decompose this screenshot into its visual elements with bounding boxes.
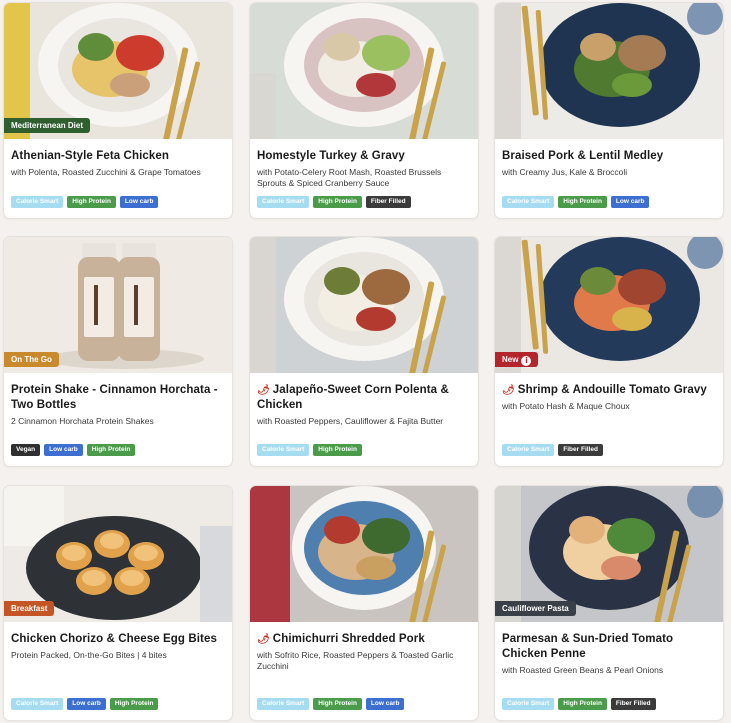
meal-title-text: Braised Pork & Lentil Medley [502,150,664,162]
meal-photo [250,3,478,139]
meal-badges: Calorie Smart High Protein Low carb [11,196,159,208]
meal-subtitle: with Roasted Peppers, Cauliflower & Faji… [257,416,444,426]
diet-badge: Low carb [44,444,83,456]
meal-tag-label: Mediterranean Diet [4,118,91,133]
meal-title[interactable]: Chicken Chorizo & Cheese Egg Bites [11,632,225,647]
meal-tag-label: New i [495,352,539,367]
diet-badge: High Protein [313,698,362,710]
meal-subtitle: with Roasted Green Beans & Pearl Onions [502,665,664,675]
meal-photo: Mediterranean Diet [4,3,232,139]
meal-card[interactable]: Breakfast Chicken Chorizo & Cheese Egg Bi… [4,486,232,720]
meal-badges: Calorie Smart Low carb High Protein [11,698,159,710]
meal-tag-label: Cauliflower Pasta [495,601,576,616]
diet-badge: High Protein [86,444,136,456]
meal-title-text: Shrimp & Andouille Tomato Gravy [517,384,707,396]
meal-title[interactable]: Athenian-Style Feta Chicken [11,149,225,164]
diet-badge: Fiber Filled [610,698,656,710]
chili-icon: 🌶 [257,634,270,645]
diet-badge: Fiber Filled [365,196,411,208]
chili-icon: 🌶 [257,385,270,396]
diet-badge: High Protein [558,196,607,208]
meal-title-text: Jalapeño-Sweet Corn Polenta & Chicken [257,384,449,411]
meal-tag-text: Breakfast [11,604,48,613]
diet-badge: Low carb [365,698,405,710]
meal-title-text: Protein Shake - Cinnamon Horchata - Two … [11,384,218,411]
meal-tag-text: Mediterranean Diet [11,121,84,130]
diet-badge: Calorie Smart [257,444,310,456]
meal-title-text: Chimichurri Shredded Pork [272,633,425,645]
meal-tag-text: On The Go [11,355,52,364]
meal-subtitle: Protein Packed, On-the-Go Bites | 4 bite… [11,650,167,660]
diet-badge: Vegan [11,444,41,456]
meal-card[interactable]: Mediterranean Diet Athenian-Style Feta Ch… [4,3,232,218]
diet-badge: High Protein [313,444,362,456]
meal-badges: Calorie Smart High Protein Low carb [502,196,650,208]
diet-badge: High Protein [109,698,159,710]
diet-badge: Fiber Filled [558,444,603,456]
diet-badge: Calorie Smart [257,698,310,710]
meal-badges: Calorie Smart High Protein [257,444,362,456]
diet-badge: Calorie Smart [11,698,64,710]
meal-grid: Mediterranean Diet Athenian-Style Feta Ch… [4,3,727,723]
meal-subtitle: with Potato-Celery Root Mash, Roasted Br… [257,167,442,188]
meal-badges: Calorie Smart High Protein Fiber Filled [502,698,656,710]
meal-badges: Calorie Smart Fiber Filled [502,444,603,456]
meal-card[interactable]: New i 🌶 Shrimp & Andouille Tomato Gravy with… [495,237,723,466]
diet-badge: Calorie Smart [502,698,555,710]
meal-photo: Cauliflower Pasta [495,486,723,622]
meal-badges: Vegan Low carb High Protein [11,444,136,456]
diet-badge: Low carb [67,698,106,710]
meal-title[interactable]: Braised Pork & Lentil Medley [502,149,716,164]
meal-tag-text: New [502,355,519,364]
meal-badges: Calorie Smart High Protein Fiber Filled [257,196,411,208]
meal-photo: New i [495,237,723,373]
meal-card[interactable]: Homestyle Turkey & Gravy with Potato-Cele… [250,3,478,218]
info-icon[interactable]: i [521,356,532,366]
meal-title[interactable]: 🌶 Shrimp & Andouille Tomato Gravy [502,383,716,398]
meal-photo [250,486,478,622]
meal-subtitle: with Potato Hash & Maque Choux [502,401,630,411]
meal-title[interactable]: Homestyle Turkey & Gravy [257,149,471,164]
meal-tag-label: On The Go [4,352,59,367]
meal-subtitle: 2 Cinnamon Horchata Protein Shakes [11,416,154,426]
diet-badge: High Protein [313,196,362,208]
meal-badges: Calorie Smart High Protein Low carb [257,698,405,710]
diet-badge: Calorie Smart [257,196,310,208]
meal-tag-text: Cauliflower Pasta [502,604,569,613]
diet-badge: Low carb [610,196,650,208]
meal-card[interactable]: Cauliflower Pasta Parmesan & Sun-Dried To… [495,486,723,720]
meal-photo [495,3,723,139]
meal-title-text: Homestyle Turkey & Gravy [257,150,405,162]
meal-card[interactable]: 🌶 Chimichurri Shredded Pork with Sofrito R… [250,486,478,720]
meal-photo [250,237,478,373]
meal-photo-image [250,3,478,139]
meal-title[interactable]: Parmesan & Sun-Dried Tomato Chicken Penn… [502,632,716,662]
meal-title[interactable]: 🌶 Chimichurri Shredded Pork [257,632,471,647]
meal-card[interactable]: Braised Pork & Lentil Medley with Creamy … [495,3,723,218]
meal-title-text: Chicken Chorizo & Cheese Egg Bites [11,633,217,645]
meal-card[interactable]: 🌶 Jalapeño-Sweet Corn Polenta & Chicken wi… [250,237,478,466]
meal-photo-image [250,237,478,373]
diet-badge: Calorie Smart [11,196,64,208]
chili-icon: 🌶 [502,385,515,396]
meal-title-text: Parmesan & Sun-Dried Tomato Chicken Penn… [502,633,674,660]
meal-title[interactable]: Protein Shake - Cinnamon Horchata - Two … [11,383,225,413]
meal-title[interactable]: 🌶 Jalapeño-Sweet Corn Polenta & Chicken [257,383,471,413]
meal-subtitle: with Polenta, Roasted Zucchini & Grape T… [11,167,201,177]
meal-photo: Breakfast [4,486,232,622]
diet-badge: Calorie Smart [502,444,555,456]
diet-badge: High Protein [67,196,116,208]
meal-card[interactable]: On The Go Protein Shake - Cinnamon Horcha… [4,237,232,466]
meal-photo-image [495,3,723,139]
meal-subtitle: with Creamy Jus, Kale & Broccoli [502,167,628,177]
meal-title-text: Athenian-Style Feta Chicken [11,150,169,162]
meal-subtitle: with Sofrito Rice, Roasted Peppers & Toa… [257,650,454,671]
diet-badge: Calorie Smart [502,196,555,208]
meal-photo: On The Go [4,237,232,373]
diet-badge: Low carb [119,196,159,208]
diet-badge: High Protein [558,698,607,710]
meal-tag-label: Breakfast [4,601,55,616]
meal-photo-image [250,486,478,622]
